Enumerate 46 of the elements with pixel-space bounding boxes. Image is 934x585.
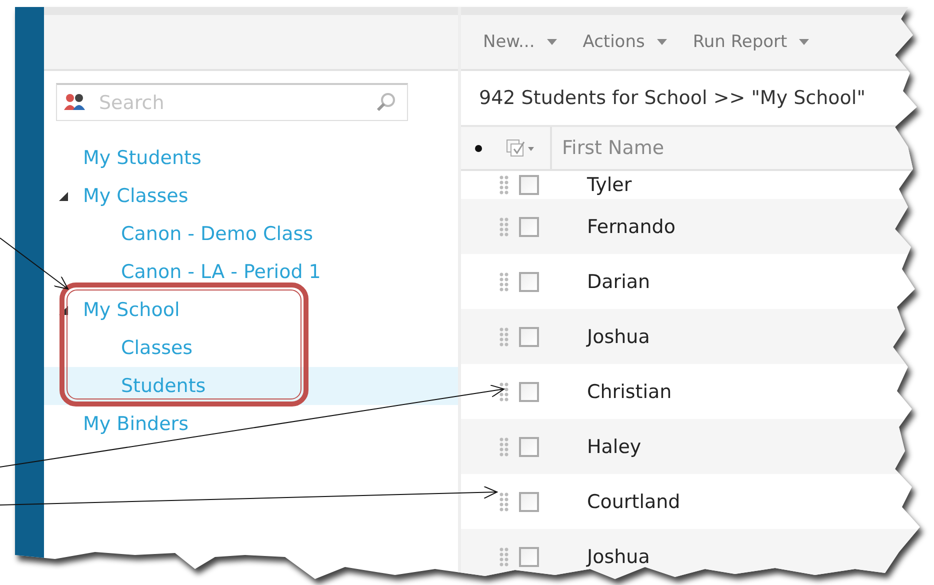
tree-item[interactable]: Canon - LA - Period 1: [121, 261, 321, 283]
drag-handle-icon[interactable]: [499, 546, 509, 566]
table-cell: Christian: [587, 380, 672, 402]
drag-handle-icon[interactable]: [499, 382, 509, 402]
checkbox[interactable]: [519, 546, 539, 566]
drag-handle-icon[interactable]: [499, 326, 509, 346]
drag-handle-icon[interactable]: [499, 492, 509, 512]
checkbox[interactable]: [519, 382, 539, 402]
drag-handle-icon[interactable]: [499, 272, 509, 292]
people-icon: [64, 93, 86, 111]
tree-item[interactable]: My Students: [83, 147, 202, 169]
checkbox[interactable]: [519, 492, 539, 512]
search-icon: [376, 92, 396, 112]
select-menu-icon[interactable]: [506, 138, 536, 158]
checkbox[interactable]: [519, 216, 539, 236]
tree-item[interactable]: Classes: [121, 337, 193, 359]
drag-handle-icon[interactable]: [499, 436, 509, 456]
table-cell: Tyler: [587, 174, 632, 196]
tree-item[interactable]: Students: [121, 375, 206, 397]
menu-button[interactable]: Run Report: [692, 30, 810, 54]
expanded-triangle-icon[interactable]: [59, 192, 68, 200]
drag-handle-icon[interactable]: [499, 216, 509, 236]
arrow: [0, 238, 68, 290]
menu-button[interactable]: Actions: [582, 30, 667, 54]
tree-item[interactable]: My Classes: [83, 185, 188, 207]
drag-handle-icon[interactable]: [499, 175, 509, 195]
checkbox[interactable]: [519, 175, 539, 195]
table-cell: Joshua: [587, 326, 650, 348]
table-cell: Fernando: [587, 216, 676, 238]
table-cell: Joshua: [587, 546, 650, 568]
checkbox[interactable]: [519, 326, 539, 346]
checkbox[interactable]: [519, 436, 539, 456]
caret-icon: [799, 39, 810, 45]
caret-icon: [656, 39, 667, 45]
menu-button[interactable]: New...: [483, 30, 557, 54]
column-header[interactable]: First Name: [552, 127, 664, 169]
search-field[interactable]: Search: [56, 83, 408, 121]
tree-item[interactable]: My Binders: [83, 413, 188, 435]
table-cell: Darian: [587, 270, 650, 292]
tree-item[interactable]: My School: [83, 299, 180, 321]
table-cell: Haley: [587, 436, 642, 458]
caret-icon: [546, 39, 557, 45]
dot-icon: [475, 144, 482, 152]
tree-item[interactable]: Canon - Demo Class: [121, 223, 314, 245]
checkbox[interactable]: [519, 272, 539, 292]
table-cell: Courtland: [587, 490, 680, 512]
